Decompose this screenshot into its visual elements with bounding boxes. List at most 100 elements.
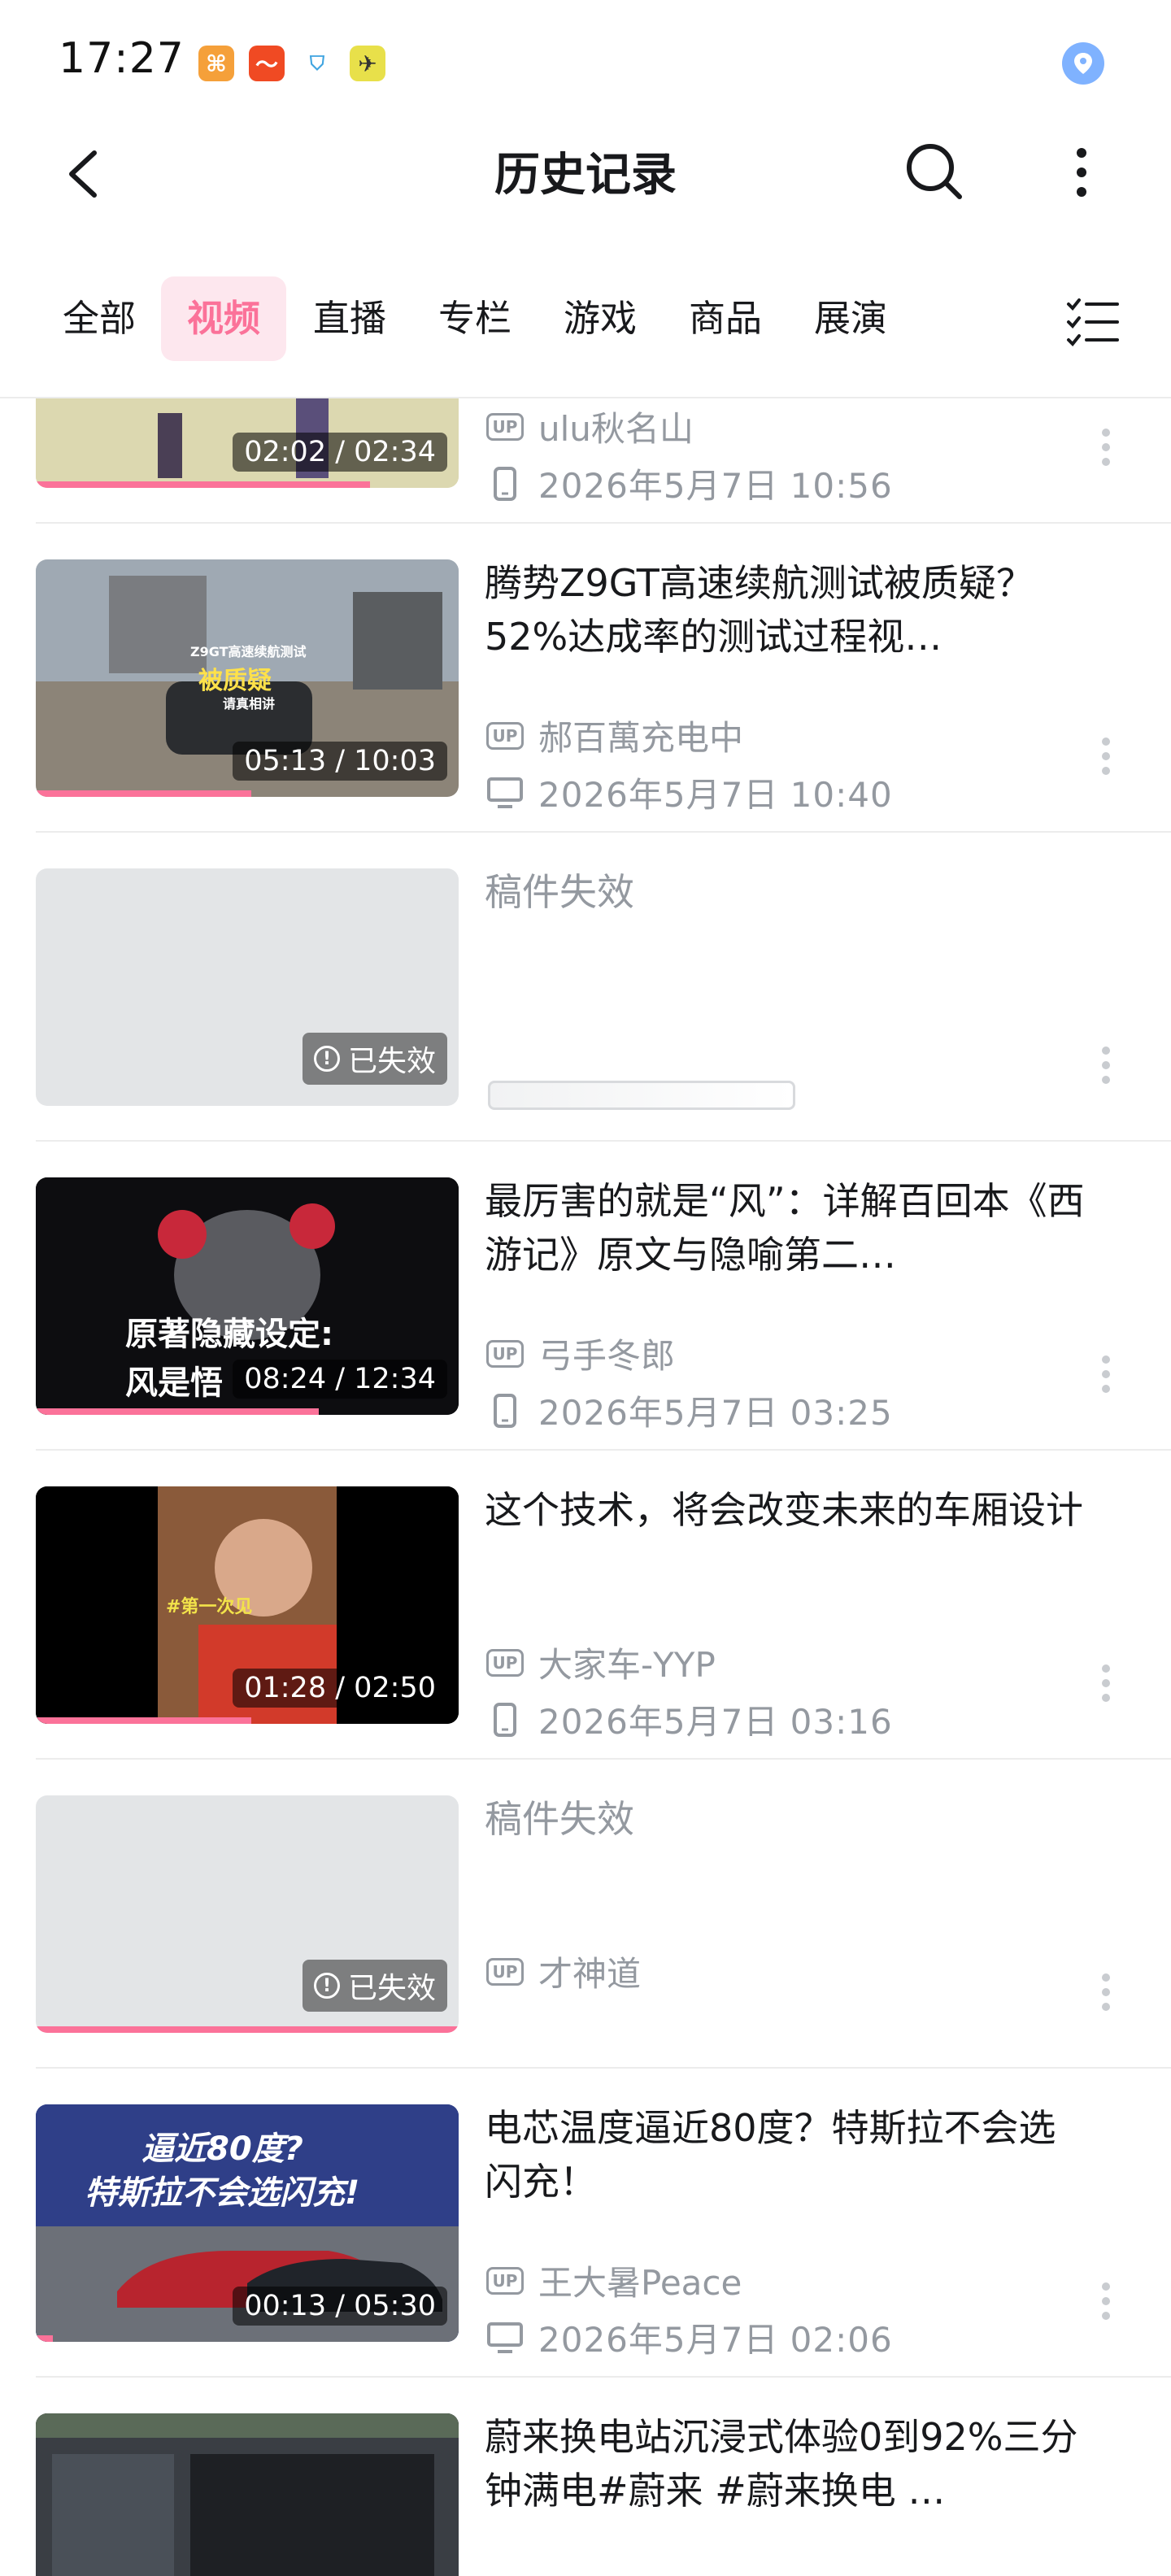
duration-label: 02:02 / 02:34 (233, 433, 447, 472)
checklist-icon (1067, 298, 1119, 346)
list-item[interactable]: 02:02 / 02:34 UP ulu秋名山 2026年5月7日 10:56 (0, 398, 1171, 524)
duration-label: 08:24 / 12:34 (233, 1360, 447, 1399)
video-title[interactable]: 最厉害的就是“风”：详解百回本《西游记》原文与隐喻第二… (485, 1174, 1086, 1281)
video-thumbnail[interactable]: 02:02 / 02:34 (36, 398, 459, 488)
thumb-text: #第一次见 (166, 1597, 253, 1617)
item-more-button[interactable] (1090, 1342, 1122, 1407)
app-notification-icon-2: ✈ (350, 46, 385, 81)
uploader-name[interactable]: 才神道 (538, 1947, 641, 1996)
phone-icon (486, 1392, 524, 1429)
location-icon (1062, 42, 1104, 85)
more-vertical-icon (1077, 148, 1086, 197)
video-title[interactable]: 腾势Z9GT高速续航测试被质疑？52%达成率的测试过程视… (485, 556, 1086, 664)
watch-progress (36, 1717, 459, 1724)
list-item[interactable]: 逼近80度? 特斯拉不会选闪充! 00:13 / 05:30 电芯温度逼近80度… (0, 2069, 1171, 2378)
uploader-name[interactable]: 大家车-YYP (538, 1638, 716, 1687)
tab-live[interactable]: 直播 (299, 276, 400, 361)
app-notification-icon: ⌘ (198, 46, 234, 81)
more-vertical-icon (1102, 2282, 1110, 2320)
video-title[interactable]: 这个技术，将会改变未来的车厢设计 (485, 1483, 1086, 1537)
history-list: 02:02 / 02:34 UP ulu秋名山 2026年5月7日 10:56 … (0, 398, 1171, 2576)
item-more-button[interactable] (1090, 1651, 1122, 1716)
watch-progress-fill (36, 790, 252, 797)
more-options-button[interactable] (1057, 140, 1106, 205)
watch-progress-fill (36, 1408, 320, 1415)
video-thumbnail[interactable] (36, 2413, 459, 2576)
search-button[interactable] (903, 140, 968, 205)
video-thumbnail[interactable]: Z9GT高速续航测试 被质疑 请真相讲 05:13 / 10:03 (36, 559, 459, 797)
uploader-row: UP ulu秋名山 (486, 402, 694, 451)
list-item[interactable]: #第一次见 01:28 / 02:50 这个技术，将会改变未来的车厢设计 UP … (0, 1451, 1171, 1760)
watch-time-row: 2026年5月7日 03:25 (486, 1386, 893, 1435)
watch-time: 2026年5月7日 03:16 (538, 1702, 893, 1742)
video-thumbnail[interactable]: ! 已失效 (36, 1795, 459, 2033)
uploader-row: UP 弓手冬郎 (486, 1329, 675, 1378)
video-thumbnail[interactable]: 逼近80度? 特斯拉不会选闪充! 00:13 / 05:30 (36, 2104, 459, 2342)
tab-column[interactable]: 专栏 (424, 276, 525, 361)
more-vertical-icon (1102, 1046, 1110, 1084)
expired-label: 已失效 (347, 1045, 436, 1078)
item-more-button[interactable] (1090, 724, 1122, 789)
watch-time-row: 2026年5月7日 03:16 (486, 1695, 893, 1744)
uploader-name[interactable]: 郝百萬充电中 (538, 711, 743, 760)
watch-progress (36, 481, 459, 488)
phone-icon (486, 1701, 524, 1738)
status-time: 17:27 (59, 34, 185, 83)
list-item[interactable]: 原著隐藏设定: 风是悟 08:24 / 12:34 最厉害的就是“风”：详解百回… (0, 1142, 1171, 1451)
list-item[interactable]: ! 已失效 稿件失效 UP 才神道 (0, 1760, 1171, 2069)
watch-progress-fill (36, 2026, 459, 2033)
page-title: 历史记录 (494, 149, 677, 202)
uploader-row: UP 郝百萬充电中 (486, 711, 743, 760)
list-item[interactable]: 蔚来换电站沉浸式体验0到92%三分钟满电#蔚来 #蔚来换电 … (0, 2378, 1171, 2576)
watch-time-row: 2026年5月7日 10:56 (486, 459, 893, 508)
tab-game[interactable]: 游戏 (550, 276, 651, 361)
thumb-text: 特斯拉不会选闪充! (85, 2174, 360, 2212)
thumb-text: 请真相讲 (223, 696, 276, 711)
list-item[interactable]: Z9GT高速续航测试 被质疑 请真相讲 05:13 / 10:03 腾势Z9GT… (0, 524, 1171, 833)
multi-select-button[interactable] (1065, 293, 1122, 350)
placeholder-bar (488, 1081, 795, 1110)
watch-progress (36, 1408, 459, 1415)
duration-label: 01:28 / 02:50 (233, 1669, 447, 1708)
watch-time: 2026年5月7日 10:56 (538, 466, 893, 506)
stock-app-icon: 〜 (249, 46, 285, 81)
uploader-name[interactable]: ulu秋名山 (538, 402, 694, 451)
uploader-name[interactable]: 王大暑Peace (538, 2256, 742, 2305)
nav-bar: 历史记录 (0, 122, 1171, 228)
video-title[interactable]: 电芯温度逼近80度？特斯拉不会选闪充！ (485, 2101, 1086, 2208)
video-thumbnail[interactable]: ! 已失效 (36, 868, 459, 1106)
video-title: 稿件失效 (485, 1797, 634, 1841)
list-item[interactable]: ! 已失效 稿件失效 (0, 833, 1171, 1142)
video-thumbnail[interactable]: #第一次见 01:28 / 02:50 (36, 1486, 459, 1724)
thumb-text: 被质疑 (198, 667, 272, 695)
phone-icon (486, 465, 524, 503)
watch-time: 2026年5月7日 03:25 (538, 1393, 893, 1433)
up-badge-icon: UP (486, 1957, 524, 1986)
tab-video[interactable]: 视频 (161, 276, 286, 361)
more-vertical-icon (1102, 1664, 1110, 1702)
watch-time: 2026年5月7日 10:40 (538, 775, 893, 815)
alert-icon: ! (313, 1973, 340, 1999)
watch-progress (36, 2335, 459, 2342)
tab-goods[interactable]: 商品 (675, 276, 776, 361)
tab-show[interactable]: 展演 (800, 276, 901, 361)
watch-time-row: 2026年5月7日 02:06 (486, 2313, 893, 2362)
item-more-button[interactable] (1090, 1960, 1122, 2025)
uploader-name[interactable]: 弓手冬郎 (538, 1329, 675, 1378)
thumb-text: Z9GT高速续航测试 (190, 644, 307, 659)
expired-badge: ! 已失效 (302, 1033, 447, 1085)
thumb-text: 原著隐藏设定: (125, 1316, 333, 1353)
thumb-text: 逼近80度? (141, 2130, 303, 2168)
item-more-button[interactable] (1090, 1033, 1122, 1098)
video-thumbnail[interactable]: 原著隐藏设定: 风是悟 08:24 / 12:34 (36, 1177, 459, 1415)
more-vertical-icon (1102, 1973, 1110, 2011)
video-title[interactable]: 蔚来换电站沉浸式体验0到92%三分钟满电#蔚来 #蔚来换电 … (485, 2410, 1086, 2517)
item-more-button[interactable] (1090, 415, 1122, 480)
status-bar: 17:27 ⌘ 〜 ⛉ ✈ (0, 0, 1171, 122)
tab-all[interactable]: 全部 (49, 276, 150, 361)
item-more-button[interactable] (1090, 2269, 1122, 2334)
watch-progress-fill (36, 481, 370, 488)
more-vertical-icon (1102, 1355, 1110, 1393)
duration-label: 00:13 / 05:30 (233, 2287, 447, 2326)
uploader-row: UP 大家车-YYP (486, 1638, 716, 1687)
